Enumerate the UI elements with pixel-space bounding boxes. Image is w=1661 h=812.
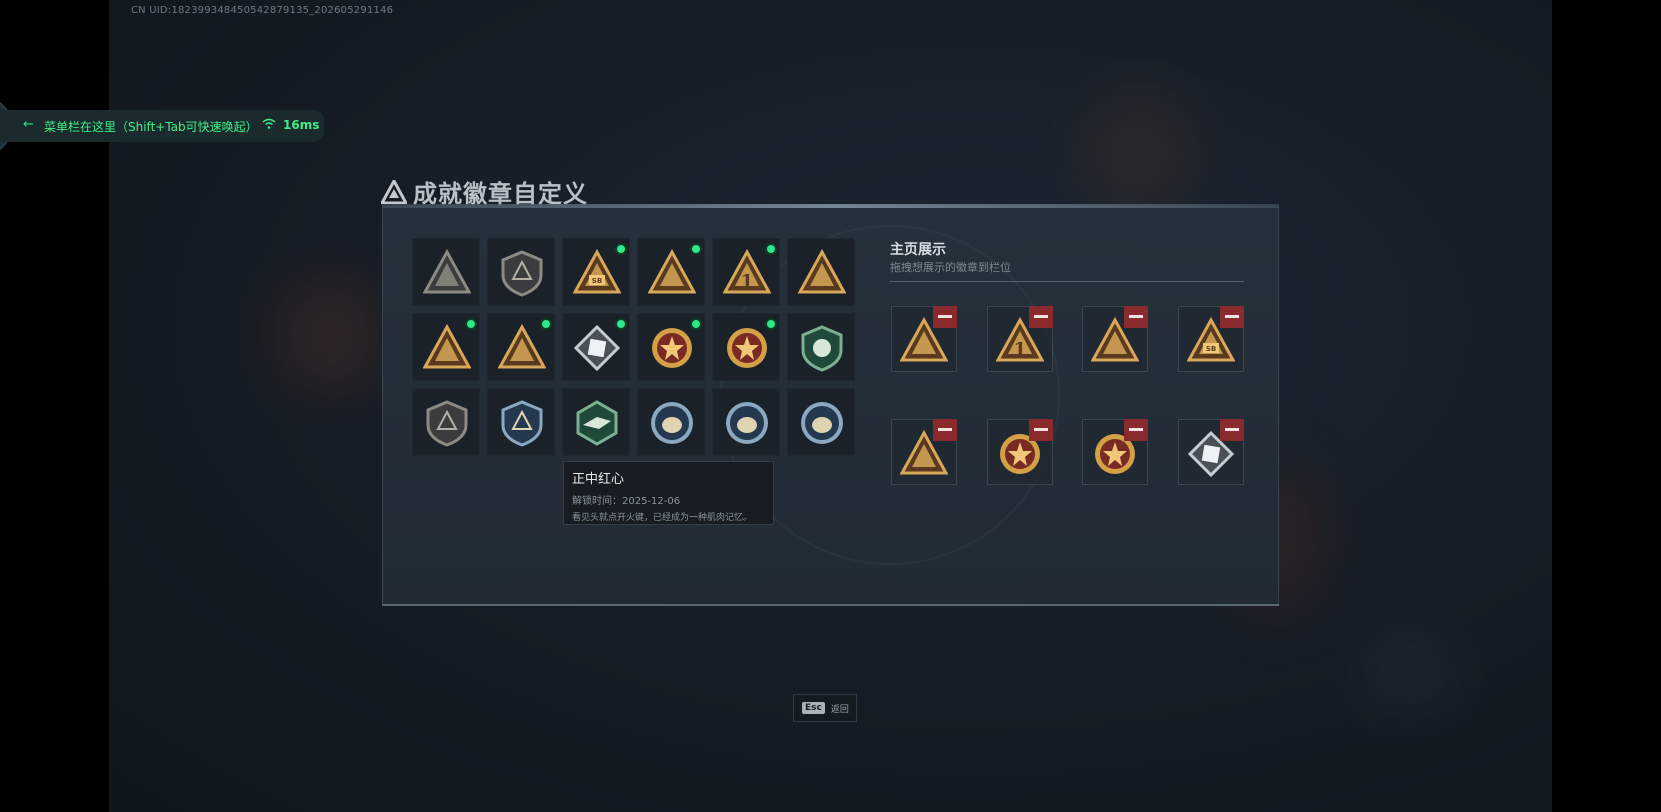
badge-slot[interactable] [712,313,780,381]
badge-slot[interactable] [637,313,705,381]
badge-slot[interactable] [487,313,555,381]
silver-diamond-badge-icon [573,324,621,372]
badge-slot[interactable] [787,388,855,456]
new-indicator-dot [690,318,702,330]
remove-badge-button[interactable] [1124,419,1148,441]
badge-slot[interactable] [562,313,630,381]
remove-badge-button[interactable] [1028,419,1053,441]
showcase-divider [890,281,1244,282]
esc-key-icon: Esc [802,702,825,714]
triangle-skull-badge-icon [423,324,471,369]
svg-text:1: 1 [1013,339,1026,360]
new-indicator-dot [465,318,477,330]
showcase-slot[interactable] [1082,306,1148,372]
tooltip-title: 正中红心 [572,472,625,487]
triangle-shield-badge-icon [423,249,471,294]
badge-slot[interactable] [412,238,480,306]
remove-badge-button[interactable] [1219,306,1244,328]
badge-slot[interactable]: SB [562,238,630,306]
badge-slot[interactable] [637,238,705,306]
wifi-icon [262,118,276,129]
badge-slot[interactable] [787,313,855,381]
triangle-soldier-badge-icon [648,249,696,294]
triangle-sb-badge-icon: SB [573,249,621,294]
remove-badge-button[interactable] [1124,306,1148,328]
triangle-bottle-badge-icon [798,249,846,294]
new-indicator-dot [615,243,627,255]
badge-slot[interactable] [787,238,855,306]
showcase-slot[interactable] [891,419,957,485]
helicopter-shield-badge-icon [501,250,543,297]
new-indicator-dot [540,318,552,330]
tooltip-unlock-time: 解锁时间：2025-12-06 [572,496,681,507]
new-indicator-dot [765,243,777,255]
new-indicator-dot [615,318,627,330]
badge-slot[interactable] [487,388,555,456]
green-shield-badge-icon [801,325,843,372]
back-label: 返回 [830,704,849,715]
triangle-number-one-badge-icon: 1 [723,249,771,294]
panel-top-border [382,204,1279,208]
ping-value: 16ms [283,118,320,132]
showcase-slot[interactable] [891,306,957,372]
badge-slot[interactable]: 1 [712,238,780,306]
remove-badge-button[interactable] [1219,419,1244,441]
triangle-logo-icon [381,179,407,204]
remove-badge-button[interactable] [933,419,957,441]
remove-badge-button[interactable] [1028,306,1053,328]
panel-bottom-border [382,604,1279,606]
new-indicator-dot [765,318,777,330]
svg-text:SB: SB [592,277,602,285]
showcase-slot[interactable]: 1 [986,306,1053,372]
uid-label: CN UID:182399348450542879135_20260529114… [131,5,394,16]
showcase-slot[interactable] [1082,419,1148,485]
badge-slot[interactable] [712,388,780,456]
badge-slot[interactable] [562,388,630,456]
svg-text:SB: SB [1205,345,1215,353]
new-indicator-dot [690,243,702,255]
remove-badge-button[interactable] [933,306,957,328]
rifle-shield-badge-icon [426,400,468,447]
red-star-medal-badge-icon [652,328,692,368]
round-beast-badge-2-icon [726,402,768,444]
badge-slot[interactable] [637,388,705,456]
svg-text:1: 1 [741,271,754,292]
crest-medal-badge-icon [727,328,767,368]
green-hex-bird-badge-icon [576,400,618,446]
arrow-left-icon: ← [23,117,34,132]
triangle-beast-badge-icon [498,324,546,369]
menu-hint-text: 菜单栏在这里（Shift+Tab可快速唤起） [44,120,258,134]
badge-slot[interactable] [412,313,480,381]
badge-slot[interactable] [412,388,480,456]
showcase-slot[interactable] [986,419,1053,485]
showcase-slot[interactable] [1177,419,1244,485]
back-button[interactable]: Esc 返回 [793,694,857,722]
badge-tooltip: 正中红心 解锁时间：2025-12-06 看见头就点开火键，已经成为一种肌肉记忆… [563,461,774,525]
blue-wing-shield-badge-icon [501,400,543,447]
badge-slot[interactable] [487,238,555,306]
showcase-title: 主页展示 [890,242,946,258]
round-beast-badge-1-icon [651,402,693,444]
round-ball-badge-icon [801,402,843,444]
showcase-slot[interactable]: SB [1177,306,1244,372]
showcase-subtitle: 拖拽想展示的徽章到栏位 [890,261,1011,274]
tooltip-description: 看见头就点开火键，已经成为一种肌肉记忆。 [572,513,753,523]
